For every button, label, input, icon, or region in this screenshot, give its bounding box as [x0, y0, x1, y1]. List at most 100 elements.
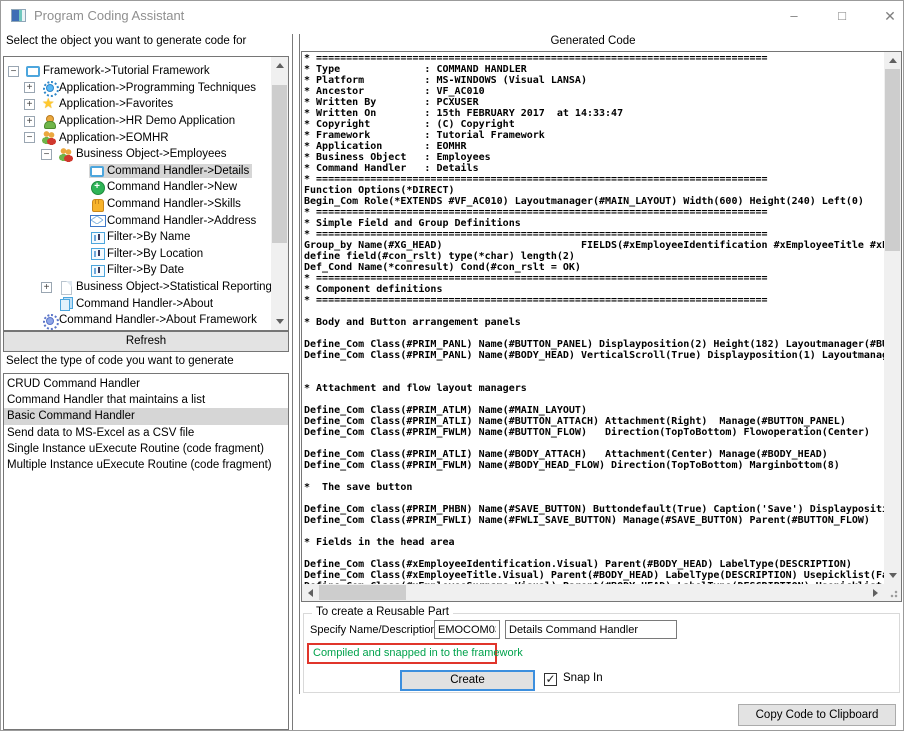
code-type-item[interactable]: Multiple Instance uExecute Routine (code… [4, 457, 288, 473]
tree-item-label: Command Handler->Details [107, 164, 250, 177]
collapse-icon[interactable]: − [8, 65, 19, 77]
scroll-up-icon[interactable] [884, 52, 901, 69]
program-coding-assistant-window: Program Coding Assistant – □ ✕ Select th… [0, 0, 904, 731]
tree-item-body[interactable]: Command Handler->About [58, 296, 216, 312]
tree-item[interactable]: − Application->EOMHR [4, 129, 271, 146]
generated-code-text[interactable]: * ======================================… [304, 53, 884, 584]
gearblue-icon [42, 313, 59, 330]
tree-item-label: Command Handler->Address [107, 214, 257, 227]
scroll-up-icon[interactable] [271, 57, 288, 74]
code-vscroll-thumb[interactable] [885, 69, 900, 251]
collapse-icon[interactable]: − [24, 132, 35, 144]
reusable-part-group-label: To create a Reusable Part [312, 606, 453, 618]
tree-item-body[interactable]: Filter->By Location [89, 246, 206, 261]
pages-icon [59, 297, 73, 312]
app-icon [11, 9, 26, 22]
tree-item[interactable]: Command Handler->About [4, 295, 271, 312]
tree-item[interactable]: Command Handler->Skills [4, 196, 271, 213]
tree-scrollbar-thumb[interactable] [272, 85, 287, 243]
window-title: Program Coding Assistant [34, 8, 185, 23]
tree-item[interactable]: Filter->By Name [4, 229, 271, 246]
tree-item[interactable]: − Business Object->Employees [4, 146, 271, 163]
tree-item-label: Command Handler->Skills [107, 198, 241, 211]
code-type-item[interactable]: Basic Command Handler [4, 408, 288, 425]
scroll-down-icon[interactable] [271, 313, 288, 330]
tree-item-label: Filter->By Location [107, 247, 204, 260]
tree-item-label: Business Object->Employees [76, 148, 227, 161]
tree-item-label: Command Handler->New [107, 181, 238, 194]
reusable-part-group: To create a Reusable Part Specify Name/D… [303, 606, 900, 693]
name-input[interactable] [434, 620, 500, 639]
tree-item-body[interactable]: Application->HR Demo Application [41, 114, 238, 129]
expand-icon[interactable]: + [24, 82, 35, 94]
tree-item[interactable]: + Business Object->Statistical Reporting [4, 279, 272, 296]
tree-item[interactable]: Filter->By Location [4, 246, 271, 263]
code-type-list[interactable]: CRUD Command Handler Command Handler that… [3, 373, 289, 730]
tree-item-body[interactable]: Business Object->Statistical Reporting [58, 280, 275, 295]
object-tree[interactable]: − Framework->Tutorial Framework + Applicati… [3, 56, 289, 331]
tree-item-body[interactable]: Application->EOMHR [41, 130, 172, 146]
create-button[interactable]: Create [400, 670, 535, 691]
tree-item-body[interactable]: Command Handler->About Framework [41, 313, 260, 330]
tree-item-body[interactable]: Command Handler->Details [89, 163, 253, 178]
tree-item[interactable]: + Application->Programming Techniques [4, 80, 271, 98]
copy-code-button[interactable]: Copy Code to Clipboard [738, 704, 896, 726]
tree-item[interactable]: Command Handler->Address [4, 212, 271, 229]
tree-item[interactable]: Command Handler->New [4, 179, 271, 196]
tree-item-label: Application->EOMHR [59, 131, 169, 144]
expand-icon[interactable]: + [24, 115, 35, 127]
tree-item-body[interactable]: Framework->Tutorial Framework [25, 64, 213, 78]
scroll-left-icon[interactable] [302, 584, 319, 601]
tree-item[interactable]: Command Handler->Details [4, 163, 271, 180]
specify-name-label: Specify Name/Description [310, 624, 437, 636]
tree-item-label: Framework->Tutorial Framework [43, 65, 210, 78]
tree-item-body[interactable]: Application->Programming Techniques [41, 80, 259, 98]
collapse-icon[interactable]: − [41, 148, 52, 160]
generated-code-header: Generated Code [550, 35, 636, 47]
triangle-left-icon [308, 588, 313, 597]
maximize-button[interactable]: □ [831, 5, 853, 27]
expand-icon[interactable]: + [24, 98, 35, 110]
envelope-icon [90, 214, 106, 228]
close-button[interactable]: ✕ [879, 5, 901, 27]
code-type-item[interactable]: Command Handler that maintains a list [4, 392, 288, 408]
panel-divider [292, 34, 293, 730]
filter-icon [90, 264, 105, 277]
tree-item-body[interactable]: Command Handler->Skills [89, 197, 244, 212]
scroll-down-icon[interactable] [884, 567, 901, 584]
title-bar: Program Coding Assistant – □ ✕ [1, 1, 903, 31]
code-type-item[interactable]: Single Instance uExecute Routine (code f… [4, 441, 288, 457]
code-hscroll-thumb[interactable] [319, 585, 406, 600]
tree-item-label: Application->Programming Techniques [59, 81, 256, 94]
tree-item-body[interactable]: Application->Favorites [41, 96, 176, 112]
people-icon [59, 147, 73, 162]
report-icon [59, 280, 73, 295]
tree-rows: − Framework->Tutorial Framework + Applicati… [4, 63, 272, 330]
code-type-item[interactable]: Send data to MS-Excel as a CSV file [4, 425, 288, 441]
code-horizontal-scrollbar[interactable] [302, 584, 884, 601]
refresh-button[interactable]: Refresh [3, 331, 289, 352]
tree-item-body[interactable]: Filter->By Date [89, 263, 187, 278]
expand-icon[interactable]: + [41, 281, 52, 293]
hand-icon [90, 198, 104, 212]
tree-item-body[interactable]: Command Handler->New [89, 180, 240, 195]
description-input[interactable] [505, 620, 677, 639]
tree-item[interactable]: Filter->By Date [4, 262, 271, 279]
tree-item-label: Command Handler->About [76, 297, 214, 310]
minimize-button[interactable]: – [783, 5, 805, 27]
snap-in-checkbox[interactable] [544, 672, 557, 686]
tree-item[interactable]: + Application->HR Demo Application [4, 113, 271, 130]
tree-item-body[interactable]: Command Handler->Address [89, 213, 259, 228]
generated-code-box: * ======================================… [301, 51, 902, 602]
code-type-item[interactable]: CRUD Command Handler [4, 376, 288, 392]
tree-item[interactable]: + Application->Favorites [4, 96, 271, 113]
scroll-right-icon[interactable] [867, 584, 884, 601]
code-vertical-scrollbar[interactable] [884, 52, 901, 584]
tree-item-label: Command Handler->About Framework [59, 314, 257, 327]
tree-item-body[interactable]: Business Object->Employees [58, 147, 230, 162]
tree-scrollbar[interactable] [271, 57, 288, 330]
tree-item-label: Filter->By Name [107, 231, 191, 244]
tree-item[interactable]: Command Handler->About Framework [4, 312, 271, 330]
tree-item[interactable]: − Framework->Tutorial Framework [4, 63, 271, 80]
tree-item-body[interactable]: Filter->By Name [89, 230, 193, 245]
